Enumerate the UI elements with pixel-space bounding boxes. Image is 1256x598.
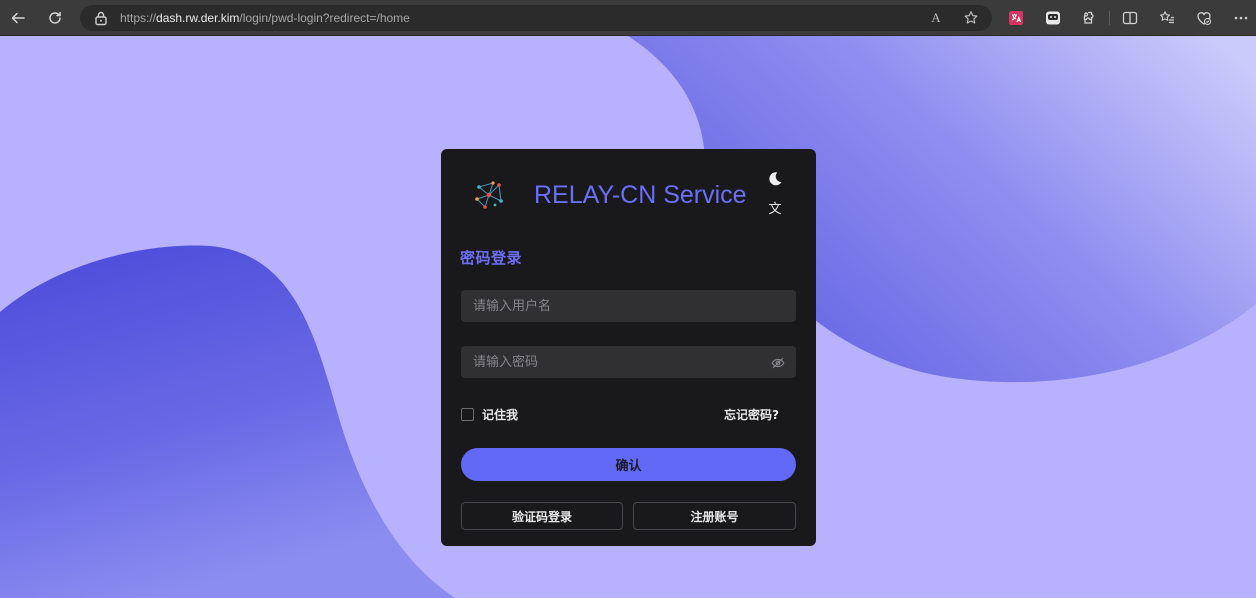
username-input[interactable]	[461, 290, 796, 322]
form-title: 密码登录	[460, 249, 523, 267]
login-card: RELAY-CN Service 文 密码登录 记住我 忘记密码? 确认 验证码…	[441, 149, 816, 546]
more-menu-icon[interactable]	[1232, 9, 1250, 27]
ghost-extension-icon[interactable]	[1044, 9, 1062, 27]
browser-toolbar: https://dash.rw.der.kim/login/pwd-login?…	[0, 0, 1256, 36]
reload-icon[interactable]	[43, 6, 67, 30]
eye-off-icon[interactable]	[771, 355, 785, 369]
register-button[interactable]: 注册账号	[633, 502, 796, 530]
remember-me-option[interactable]: 记住我	[461, 406, 518, 423]
extensions-puzzle-icon[interactable]	[1081, 9, 1099, 27]
favorites-list-icon[interactable]	[1158, 9, 1176, 27]
language-translate-icon[interactable]: 文	[766, 201, 784, 219]
login-page: RELAY-CN Service 文 密码登录 记住我 忘记密码? 确认 验证码…	[0, 36, 1256, 598]
back-icon[interactable]	[6, 6, 30, 30]
url-scheme: https://	[120, 11, 157, 25]
url-path: /login/pwd-login?redirect=/home	[239, 11, 410, 25]
favorite-star-icon[interactable]	[963, 10, 979, 26]
split-screen-icon[interactable]	[1121, 9, 1139, 27]
url-host: dash.rw.der.kim	[156, 11, 240, 25]
lock-icon[interactable]	[94, 10, 110, 26]
browser-essentials-icon[interactable]	[1195, 9, 1213, 27]
read-aloud-icon[interactable]: A	[928, 10, 944, 26]
address-bar[interactable]: https://dash.rw.der.kim/login/pwd-login?…	[80, 5, 992, 31]
forgot-password-link[interactable]: 忘记密码?	[724, 406, 779, 423]
url-text[interactable]: https://dash.rw.der.kim/login/pwd-login?…	[120, 5, 410, 31]
password-field[interactable]	[461, 346, 796, 378]
moon-icon[interactable]	[767, 171, 783, 187]
remember-me-label: 记住我	[482, 408, 519, 422]
remember-me-checkbox[interactable]	[461, 408, 474, 421]
toolbar-separator	[1109, 11, 1110, 25]
username-field[interactable]	[461, 290, 796, 322]
translate-extension-icon[interactable]	[1007, 9, 1025, 27]
logo-icon	[471, 177, 507, 213]
code-login-button[interactable]: 验证码登录	[461, 502, 623, 530]
confirm-button[interactable]: 确认	[461, 448, 796, 481]
brand-title: RELAY-CN Service	[534, 181, 747, 209]
password-input[interactable]	[461, 346, 796, 378]
